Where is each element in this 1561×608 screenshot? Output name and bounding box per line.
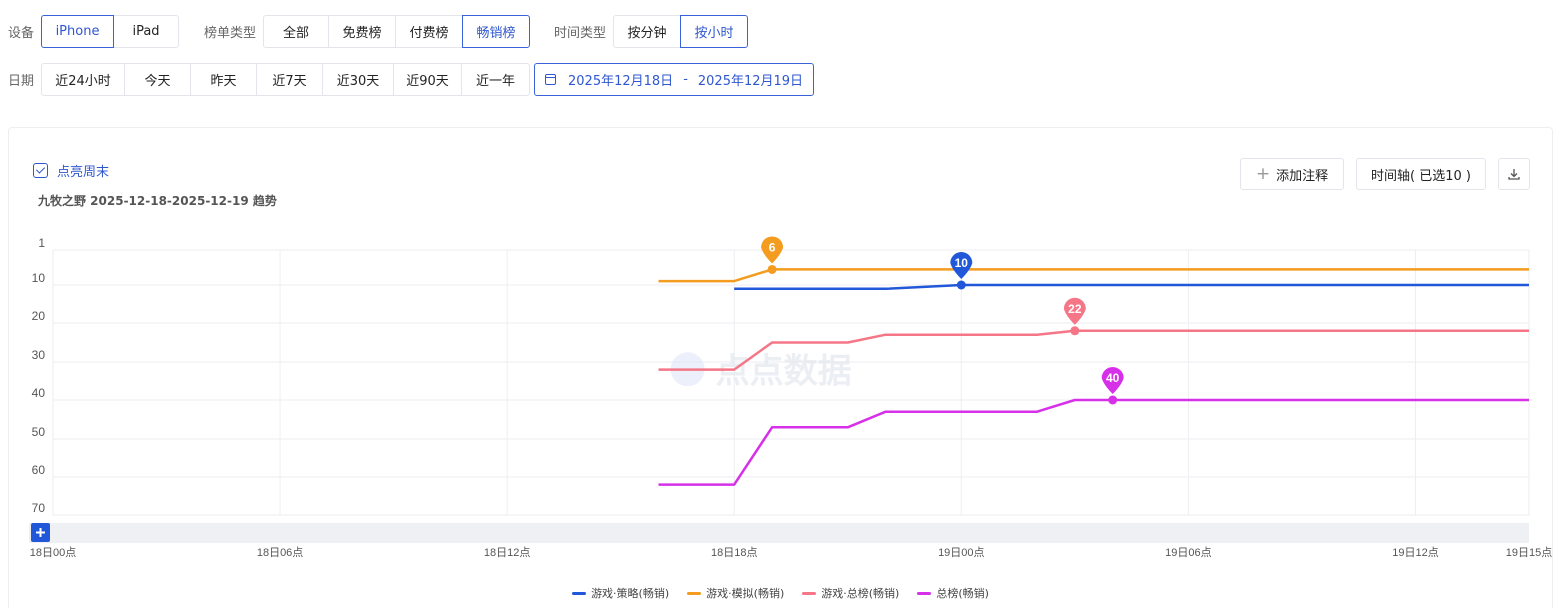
y-tick-label: 1 <box>38 236 45 250</box>
legend-item[interactable]: 总榜(畅销) <box>917 585 989 601</box>
x-tick-label: 19日15点 <box>1506 546 1552 559</box>
legend-item[interactable]: 游戏·模拟(畅销) <box>687 585 784 601</box>
data-label: 10 <box>955 256 969 270</box>
data-label: 40 <box>1106 371 1120 385</box>
zoom-slider-track <box>29 523 1529 543</box>
legend-label: 游戏·总榜(畅销) <box>821 587 900 600</box>
legend-swatch <box>572 591 587 595</box>
y-tick-label: 20 <box>32 309 46 323</box>
legend-item[interactable]: 游戏·总榜(畅销) <box>802 585 899 601</box>
y-tick-label: 40 <box>32 386 46 400</box>
rank-type-grossing[interactable]: 畅销榜 <box>462 14 531 48</box>
legend-label: 总榜(畅销) <box>936 587 989 600</box>
x-tick-label: 18日18点 <box>711 546 757 559</box>
data-point <box>1070 326 1080 336</box>
legend-swatch <box>802 591 817 595</box>
y-tick-label: 30 <box>32 348 46 362</box>
y-tick-label: 10 <box>32 271 46 285</box>
x-tick-label: 19日00点 <box>938 546 984 559</box>
series-line <box>658 268 1529 283</box>
series-line <box>734 283 1529 291</box>
legend-swatch <box>917 591 932 595</box>
y-tick-label: 60 <box>32 463 46 477</box>
x-tick-label: 19日06点 <box>1165 546 1211 559</box>
data-point <box>767 264 777 274</box>
y-tick-label: 50 <box>32 425 46 439</box>
legend-swatch <box>687 591 702 595</box>
series-line <box>658 398 1529 486</box>
data-label: 22 <box>1068 302 1082 316</box>
x-tick-label: 18日06点 <box>257 546 303 559</box>
x-tick-label: 19日12点 <box>1392 546 1438 559</box>
data-point <box>1108 395 1118 405</box>
device-option-iphone[interactable]: iPhone <box>41 14 115 48</box>
watermark-text: 点点数据 <box>716 351 852 391</box>
chart-legend: 游戏·策略(畅销) 游戏·模拟(畅销) 游戏·总榜(畅销) 总榜(畅销) <box>0 585 1561 601</box>
time-type-hour[interactable]: 按小时 <box>680 14 749 48</box>
data-point <box>956 280 966 290</box>
legend-label: 游戏·模拟(畅销) <box>706 587 785 600</box>
legend-label: 游戏·策略(畅销) <box>591 587 670 600</box>
legend-item[interactable]: 游戏·策略(畅销) <box>572 585 669 601</box>
y-tick-label: 70 <box>32 501 46 515</box>
trend-chart: 1 10 20 30 40 50 60 70 点点数据 18日00点 18日06点 18日12点 18日… <box>29 236 1552 559</box>
x-tick-label: 18日12点 <box>484 546 530 559</box>
data-label: 6 <box>769 240 776 254</box>
x-tick-label: 18日00点 <box>30 546 76 559</box>
